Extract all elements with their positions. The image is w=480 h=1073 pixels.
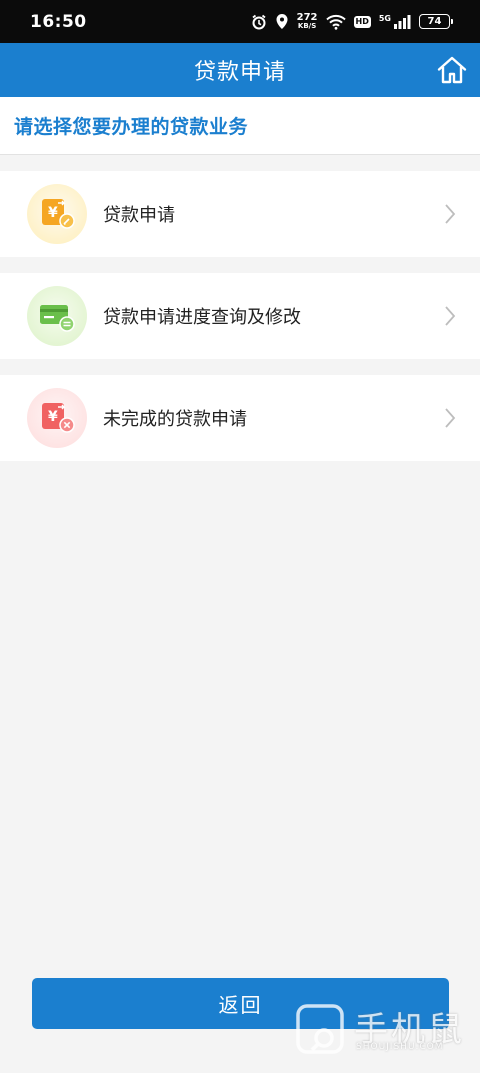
- battery-level: 74: [427, 16, 442, 27]
- card-exchange-icon: [27, 286, 87, 346]
- app-header: 贷款申请: [0, 43, 480, 97]
- svg-text:¥: ¥: [48, 409, 58, 425]
- page-title: 贷款申请: [193, 60, 286, 85]
- home-button[interactable]: [436, 55, 468, 85]
- chevron-right-icon: [445, 204, 456, 224]
- watermark-subtext: SHOUJISHU.COM: [356, 1042, 444, 1052]
- chevron-right-icon: [445, 306, 456, 326]
- menu-item-label: 未完成的贷款申请: [103, 409, 247, 430]
- yuan-edit-icon: ¥: [27, 184, 87, 244]
- hd-badge: HD: [353, 15, 371, 28]
- status-time: 16:50: [30, 11, 87, 32]
- battery-indicator: 74: [419, 14, 453, 29]
- network-speed-unit: KB/S: [297, 21, 317, 30]
- home-icon: [437, 56, 467, 84]
- network-type: 5G: [378, 14, 391, 23]
- alarm-icon: [251, 14, 267, 30]
- menu-item-label: 贷款申请进度查询及修改: [103, 307, 301, 328]
- svg-text:¥: ¥: [48, 205, 58, 221]
- menu-item-loan-apply[interactable]: ¥ 贷款申请: [0, 171, 480, 257]
- wifi-icon: [325, 14, 346, 30]
- prompt-text: 请选择您要办理的贷款业务: [14, 116, 249, 138]
- signal-icon: [393, 14, 411, 30]
- prompt-bar: 请选择您要办理的贷款业务: [0, 97, 480, 155]
- location-icon: [275, 13, 289, 30]
- return-button[interactable]: 返回: [32, 978, 449, 1029]
- chevron-right-icon: [445, 408, 456, 428]
- menu-item-loan-progress[interactable]: 贷款申请进度查询及修改: [0, 273, 480, 359]
- menu-item-label: 贷款申请: [103, 205, 175, 226]
- network-speed-value: 272: [296, 11, 318, 23]
- network-speed: 272 KB/S: [296, 11, 318, 30]
- menu-item-loan-incomplete[interactable]: ¥ 未完成的贷款申请: [0, 375, 480, 461]
- status-icons: 272 KB/S HD 5G 74: [251, 11, 453, 30]
- status-bar: 16:50 272 KB/S HD 5G 74: [0, 0, 480, 43]
- yuan-cancel-icon: ¥: [27, 388, 87, 448]
